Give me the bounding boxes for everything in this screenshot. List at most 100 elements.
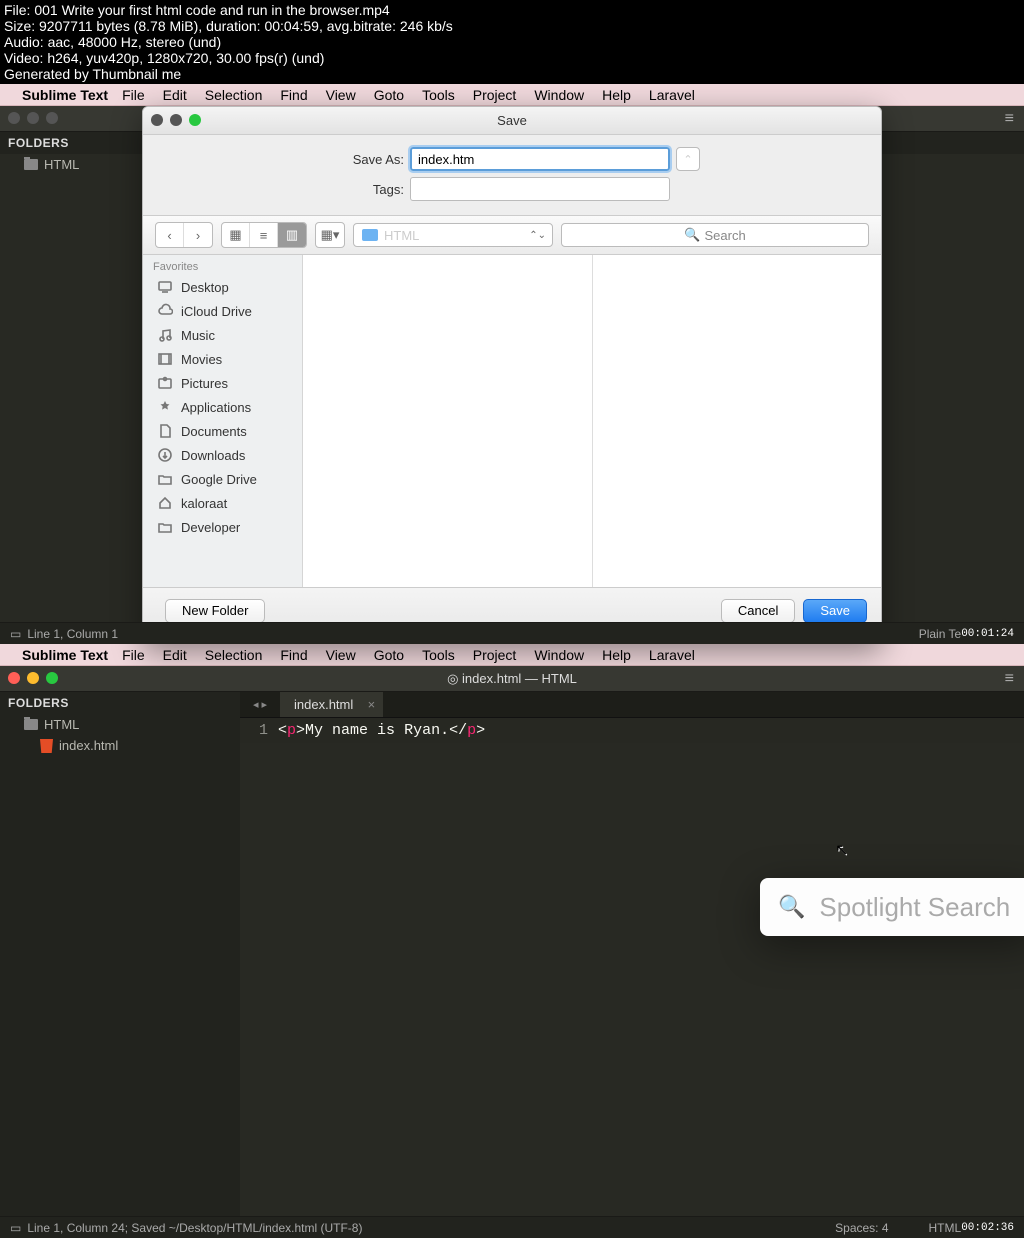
status-spaces[interactable]: Spaces: 4 (835, 1221, 888, 1235)
save-as-input[interactable] (410, 147, 670, 171)
minimize-button-dim[interactable] (27, 112, 39, 124)
menu-window[interactable]: Window (534, 87, 584, 103)
tab-index[interactable]: index.html × (280, 692, 384, 717)
close-button[interactable] (8, 672, 20, 684)
view-mode-segment: ▦ ≡ ▥ (221, 222, 307, 248)
sidebar-file-index[interactable]: index.html (0, 735, 240, 756)
nav-forward-button[interactable]: › (184, 223, 212, 247)
folder-icon (157, 519, 173, 535)
view-list-button[interactable]: ≡ (250, 223, 278, 247)
file-label: index.html (59, 738, 118, 753)
panel-icon[interactable]: ▭ (10, 627, 21, 641)
panel-icon[interactable]: ▭ (10, 1221, 21, 1235)
tab-close-icon[interactable]: × (368, 697, 376, 712)
menu-file[interactable]: File (122, 87, 145, 103)
disclosure-button[interactable]: ⌃ (676, 147, 700, 171)
dialog-zoom[interactable] (189, 114, 201, 126)
dialog-min-dim[interactable] (170, 114, 182, 126)
folder-icon (24, 159, 38, 170)
zoom-button-dim[interactable] (46, 112, 58, 124)
menu-selection[interactable]: Selection (205, 87, 263, 103)
nav-back-button[interactable]: ‹ (156, 223, 184, 247)
meta-file: File: 001 Write your first html code and… (4, 2, 1020, 18)
sublime-window-top: ≡ FOLDERS HTML Save Save As: ⌃ Tags: (0, 106, 1024, 644)
minimize-button[interactable] (27, 672, 39, 684)
menu-edit[interactable]: Edit (163, 647, 187, 663)
search-placeholder: Search (704, 228, 745, 243)
menu-project[interactable]: Project (473, 87, 517, 103)
menu-file[interactable]: File (122, 647, 145, 663)
menu-edit[interactable]: Edit (163, 87, 187, 103)
favorite-desktop[interactable]: Desktop (143, 275, 302, 299)
favorites-header: Favorites (143, 255, 302, 275)
menu-help[interactable]: Help (602, 87, 631, 103)
menu-goto[interactable]: Goto (374, 647, 404, 663)
location-popup[interactable]: HTML ⌃⌄ (353, 223, 553, 247)
favorite-icloud[interactable]: iCloud Drive (143, 299, 302, 323)
home-icon (157, 495, 173, 511)
timestamp-top: 00:01:24 (961, 628, 1014, 640)
view-icons-button[interactable]: ▦ (222, 223, 250, 247)
menubar-bottom: Sublime Text File Edit Selection Find Vi… (0, 644, 1024, 666)
hamburger-icon[interactable]: ≡ (1005, 110, 1014, 128)
save-button[interactable]: Save (803, 599, 867, 623)
search-field[interactable]: 🔍 Search (561, 223, 869, 247)
favorite-music[interactable]: Music (143, 323, 302, 347)
timestamp-bottom: 00:02:36 (961, 1222, 1014, 1234)
save-dialog-title: Save (497, 113, 527, 128)
status-lang[interactable]: HTML (929, 1221, 962, 1235)
dialog-close-dim[interactable] (151, 114, 163, 126)
favorite-documents[interactable]: Documents (143, 419, 302, 443)
favorite-applications[interactable]: Applications (143, 395, 302, 419)
cancel-button[interactable]: Cancel (721, 599, 795, 623)
view-columns-button[interactable]: ▥ (278, 223, 306, 247)
music-icon (157, 327, 173, 343)
pictures-icon (157, 375, 173, 391)
meta-video: Video: h264, yuv420p, 1280x720, 30.00 fp… (4, 50, 1020, 66)
menu-view[interactable]: View (326, 87, 356, 103)
traffic-lights-top (8, 112, 58, 124)
menu-project[interactable]: Project (473, 647, 517, 663)
documents-icon (157, 423, 173, 439)
menu-goto[interactable]: Goto (374, 87, 404, 103)
editor[interactable]: 1 <p>My name is Ryan.</p> (240, 718, 1024, 743)
app-name[interactable]: Sublime Text (22, 87, 108, 103)
column-middle[interactable] (303, 255, 593, 587)
app-name[interactable]: Sublime Text (22, 647, 108, 663)
new-folder-button[interactable]: New Folder (165, 599, 265, 623)
spotlight-input[interactable] (819, 892, 1016, 923)
close-button-dim[interactable] (8, 112, 20, 124)
spotlight-search[interactable]: 🔍 (760, 878, 1024, 936)
menu-selection[interactable]: Selection (205, 647, 263, 663)
group-button[interactable]: ▦▾ (316, 223, 344, 247)
favorite-downloads[interactable]: Downloads (143, 443, 302, 467)
menu-window[interactable]: Window (534, 647, 584, 663)
menu-laravel[interactable]: Laravel (649, 647, 695, 663)
sidebar-folder-html[interactable]: HTML (0, 714, 240, 735)
favorite-movies[interactable]: Movies (143, 347, 302, 371)
applications-icon (157, 399, 173, 415)
location-label: HTML (384, 228, 419, 243)
status-right-top: Plain Te (919, 627, 961, 641)
hamburger-icon[interactable]: ≡ (1005, 670, 1014, 688)
column-right[interactable] (593, 255, 882, 587)
html5-icon (40, 739, 53, 753)
status-left-top: Line 1, Column 1 (27, 627, 118, 641)
menu-help[interactable]: Help (602, 647, 631, 663)
tab-nav[interactable]: ◂ ▸ (240, 692, 280, 717)
menu-find[interactable]: Find (280, 87, 307, 103)
menu-find[interactable]: Find (280, 647, 307, 663)
menu-tools[interactable]: Tools (422, 647, 455, 663)
menu-laravel[interactable]: Laravel (649, 87, 695, 103)
zoom-button[interactable] (46, 672, 58, 684)
tags-input[interactable] (410, 177, 670, 201)
menu-view[interactable]: View (326, 647, 356, 663)
nav-back-forward: ‹ › (155, 222, 213, 248)
save-dialog: Save Save As: ⌃ Tags: ‹ › ▦ ≡ ▥ (142, 106, 882, 644)
favorite-pictures[interactable]: Pictures (143, 371, 302, 395)
statusbar-top: ▭ Line 1, Column 1 Plain Te 00:01:24 (0, 622, 1024, 644)
favorite-developer[interactable]: Developer (143, 515, 302, 539)
favorite-googledrive[interactable]: Google Drive (143, 467, 302, 491)
favorite-kaloraat[interactable]: kaloraat (143, 491, 302, 515)
menu-tools[interactable]: Tools (422, 87, 455, 103)
